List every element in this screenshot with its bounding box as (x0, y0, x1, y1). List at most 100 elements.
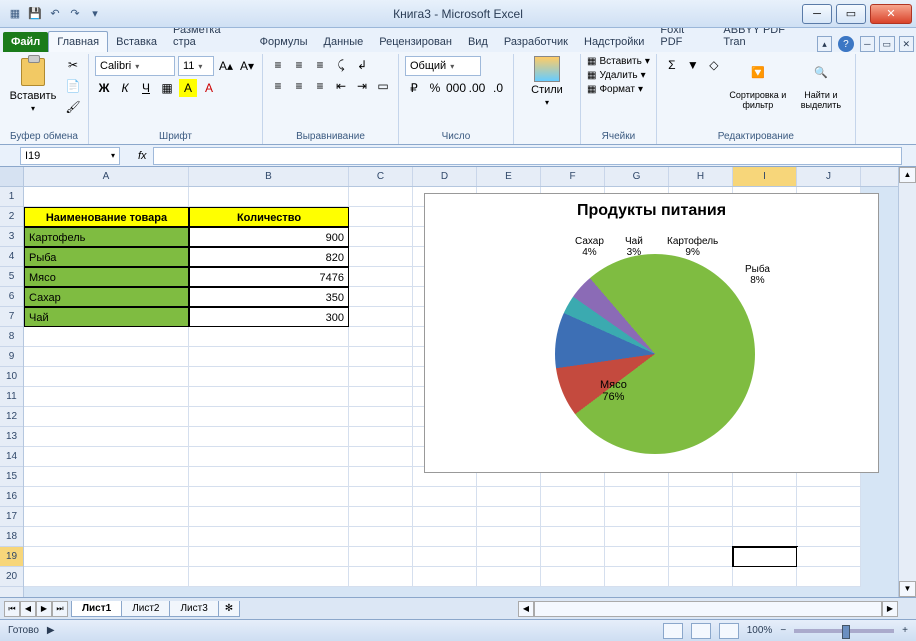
italic-button[interactable]: К (116, 79, 134, 97)
scroll-left-icon[interactable]: ◀ (518, 601, 534, 617)
tab-file[interactable]: Файл (3, 32, 48, 52)
clear-icon[interactable]: ◇ (705, 56, 723, 74)
sort-filter-button[interactable]: 🔽 Сортировка и фильтр (727, 56, 789, 110)
format-painter-icon[interactable]: 🖌 (64, 98, 82, 116)
clipboard-icon (21, 58, 45, 86)
qat-redo-icon[interactable]: ↷ (66, 5, 84, 23)
tab-addins[interactable]: Надстройки (576, 32, 652, 52)
sheet-tab-2[interactable]: Лист2 (121, 601, 170, 617)
qat-undo-icon[interactable]: ↶ (46, 5, 64, 23)
pie-chart[interactable]: Продукты питания Сахар4% Чай3% Картофель… (424, 193, 879, 473)
align-top-icon[interactable]: ≡ (269, 56, 287, 74)
fill-icon[interactable]: ▼ (684, 56, 702, 74)
table-row[interactable]: Мясо (24, 267, 189, 287)
view-normal-icon[interactable] (663, 623, 683, 639)
copy-icon[interactable]: 📄 (64, 77, 82, 95)
orientation-icon[interactable]: ⤹ (332, 56, 350, 74)
underline-button[interactable]: Ч (137, 79, 155, 97)
percent-icon[interactable]: % (426, 79, 444, 97)
tab-formulas[interactable]: Формулы (252, 32, 316, 52)
tab-developer[interactable]: Разработчик (496, 32, 576, 52)
table-row[interactable]: Сахар (24, 287, 189, 307)
sheet-tab-1[interactable]: Лист1 (71, 601, 122, 617)
align-right-icon[interactable]: ≡ (311, 77, 329, 95)
column-headers[interactable]: ABCDEFGHIJ (24, 167, 898, 187)
decrease-decimal-icon[interactable]: .0 (489, 79, 507, 97)
sheet-nav-first-icon[interactable]: ⏮ (4, 601, 20, 617)
table-row[interactable]: Рыба (24, 247, 189, 267)
fx-icon[interactable]: fx (132, 150, 153, 162)
cells-insert-button[interactable]: ▦ Вставить ▾ (587, 56, 650, 67)
help-icon[interactable]: ? (838, 36, 853, 52)
sheet-nav-prev-icon[interactable]: ◀ (20, 601, 36, 617)
find-select-button[interactable]: 🔍 Найти и выделить (793, 56, 849, 110)
new-sheet-icon[interactable]: ✻ (218, 601, 240, 617)
grow-font-icon[interactable]: A▴ (217, 57, 235, 75)
formula-input[interactable] (153, 147, 902, 165)
paste-button[interactable]: Вставить ▾ (6, 56, 60, 113)
minimize-button[interactable]: ─ (802, 4, 832, 24)
cells-delete-button[interactable]: ▦ Удалить ▾ (587, 70, 650, 81)
tab-data[interactable]: Данные (316, 32, 372, 52)
sheet-nav-last-icon[interactable]: ⏭ (52, 601, 68, 617)
group-clipboard: Вставить ▾ ✂ 📄 🖌 Буфер обмена (0, 54, 89, 144)
zoom-in-icon[interactable]: + (902, 625, 908, 636)
tab-insert[interactable]: Вставка (108, 32, 165, 52)
horizontal-scrollbar[interactable]: ◀ ▶ (518, 601, 898, 617)
bold-button[interactable]: Ж (95, 79, 113, 97)
tab-view[interactable]: Вид (460, 32, 496, 52)
align-middle-icon[interactable]: ≡ (290, 56, 308, 74)
table-header-b[interactable]: Количество (189, 207, 349, 227)
font-size-combo[interactable]: 11▾ (178, 56, 214, 76)
worksheet-grid[interactable]: 1234567891011121314151617181920 ABCDEFGH… (0, 167, 916, 597)
vertical-scrollbar[interactable]: ▲ ▼ (898, 167, 916, 597)
increase-indent-icon[interactable]: ⇥ (353, 77, 371, 95)
fill-color-icon[interactable]: A (179, 79, 197, 97)
font-name-combo[interactable]: Calibri▾ (95, 56, 175, 76)
close-button[interactable]: ✕ (870, 4, 912, 24)
maximize-button[interactable]: ▭ (836, 4, 866, 24)
ribbon-minimize-icon[interactable]: ▴ (817, 36, 832, 52)
view-pagelayout-icon[interactable] (691, 623, 711, 639)
sheet-tab-3[interactable]: Лист3 (169, 601, 218, 617)
zoom-level[interactable]: 100% (747, 625, 773, 636)
table-row[interactable]: Картофель (24, 227, 189, 247)
table-header-a[interactable]: Наименование товара (24, 207, 189, 227)
shrink-font-icon[interactable]: A▾ (238, 57, 256, 75)
autosum-icon[interactable]: Σ (663, 56, 681, 74)
comma-icon[interactable]: 000 (447, 79, 465, 97)
zoom-slider[interactable] (794, 629, 894, 633)
decrease-indent-icon[interactable]: ⇤ (332, 77, 350, 95)
scroll-right-icon[interactable]: ▶ (882, 601, 898, 617)
doc-minimize-icon[interactable]: ─ (860, 36, 875, 52)
scroll-up-icon[interactable]: ▲ (899, 167, 916, 183)
currency-icon[interactable]: ₽ (405, 79, 423, 97)
view-pagebreak-icon[interactable] (719, 623, 739, 639)
align-bottom-icon[interactable]: ≡ (311, 56, 329, 74)
align-left-icon[interactable]: ≡ (269, 77, 287, 95)
increase-decimal-icon[interactable]: .00 (468, 79, 486, 97)
row-headers[interactable]: 1234567891011121314151617181920 (0, 167, 24, 597)
qat-save-icon[interactable]: 💾 (26, 5, 44, 23)
qat-customize-icon[interactable]: ▾ (86, 5, 104, 23)
cells-format-button[interactable]: ▦ Формат ▾ (587, 84, 650, 95)
cut-icon[interactable]: ✂ (64, 56, 82, 74)
sheet-nav-next-icon[interactable]: ▶ (36, 601, 52, 617)
name-box[interactable]: I19▾ (20, 147, 120, 165)
font-color-icon[interactable]: A (200, 79, 218, 97)
table-row[interactable]: Чай (24, 307, 189, 327)
number-format-combo[interactable]: Общий▾ (405, 56, 481, 76)
doc-restore-icon[interactable]: ▭ (879, 36, 894, 52)
align-center-icon[interactable]: ≡ (290, 77, 308, 95)
merge-icon[interactable]: ▭ (374, 77, 392, 95)
doc-close-icon[interactable]: ✕ (899, 36, 914, 52)
wrap-text-icon[interactable]: ↲ (353, 56, 371, 74)
tab-home[interactable]: Главная (48, 31, 108, 52)
macro-record-icon[interactable]: ▶ (47, 625, 55, 636)
active-cell[interactable] (733, 547, 797, 567)
scroll-down-icon[interactable]: ▼ (899, 581, 916, 597)
styles-button[interactable]: Стили ▾ (520, 56, 574, 107)
border-icon[interactable]: ▦ (158, 79, 176, 97)
zoom-out-icon[interactable]: − (780, 625, 786, 636)
tab-review[interactable]: Рецензирован (371, 32, 460, 52)
